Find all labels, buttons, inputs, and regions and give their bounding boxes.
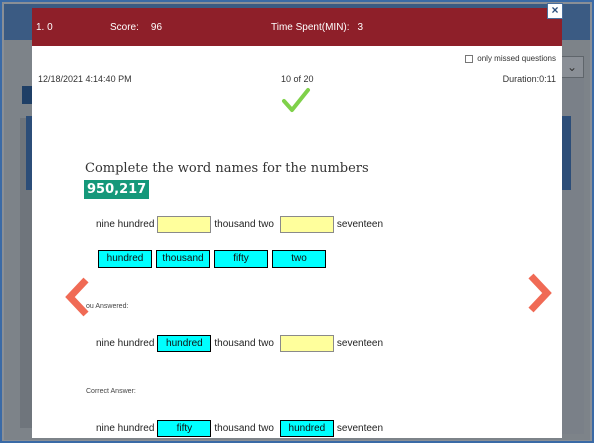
chevron-right-icon[interactable] <box>525 272 553 314</box>
correct-answer-label: Correct Answer: <box>86 388 136 395</box>
choice-two[interactable]: two <box>272 250 326 268</box>
attempt-date: 12/18/2021 4:14:40 PM <box>38 74 132 84</box>
score-display: Score: 96 <box>110 22 162 33</box>
score-value: 96 <box>150 22 163 33</box>
answer-blank-2[interactable] <box>279 216 334 233</box>
sentence-end: seventeen <box>336 219 384 230</box>
close-icon[interactable]: × <box>547 3 563 19</box>
sentence-start: nine hundred <box>96 219 155 230</box>
chevron-down-icon: ⌄ <box>560 56 584 78</box>
background-button <box>22 86 32 104</box>
correct-answer-blank-2: hundred <box>279 420 334 437</box>
correct-answer-sentence: nine hundred fifty thousand two hundred … <box>96 420 386 437</box>
your-answer-blank-2 <box>279 335 334 352</box>
choice-fifty[interactable]: fifty <box>214 250 268 268</box>
question-prompt: Complete the word names for the numbers <box>85 161 369 176</box>
sentence-middle: thousand two <box>214 219 274 230</box>
your-answer-blank-1: hundred <box>157 335 212 352</box>
question-duration: Duration:0:11 <box>502 74 556 84</box>
chevron-left-icon[interactable] <box>64 276 92 318</box>
your-answer-sentence: nine hundred hundred thousand two sevent… <box>96 335 386 352</box>
choice-thousand[interactable]: thousand <box>156 250 210 268</box>
modal-header: 1. 0 Score: 96 Time Spent(MIN): 3 <box>32 8 562 46</box>
correct-answer-blank-1: fifty <box>157 420 212 437</box>
question-sentence: nine hundred thousand two seventeen <box>96 216 386 233</box>
check-icon <box>282 88 310 112</box>
correct-answer-middle: thousand two <box>214 423 274 434</box>
question-progress: 10 of 20 <box>281 74 314 84</box>
only-missed-checkbox[interactable] <box>465 54 474 63</box>
your-answer-label: ou Answered: <box>86 303 129 310</box>
correct-answer-start: nine hundred <box>96 423 155 434</box>
review-modal: 1. 0 Score: 96 Time Spent(MIN): 3 only mis… <box>32 8 562 438</box>
time-spent-label: Time Spent(MIN): <box>271 22 350 33</box>
your-answer-end: seventeen <box>336 338 384 349</box>
only-missed-toggle[interactable]: only missed questions <box>465 54 556 63</box>
correct-answer-end: seventeen <box>336 423 384 434</box>
time-spent-display: Time Spent(MIN): 3 <box>271 22 363 33</box>
target-number: 950,217 <box>84 180 150 199</box>
your-answer-middle: thousand two <box>214 338 274 349</box>
answer-blank-1[interactable] <box>157 216 212 233</box>
level-label: 1. 0 <box>36 22 53 33</box>
score-label: Score: <box>110 22 139 33</box>
word-choices: hundred thousand fifty two <box>98 250 330 268</box>
time-spent-value: 3 <box>357 22 364 33</box>
only-missed-label: only missed questions <box>477 54 556 63</box>
your-answer-start: nine hundred <box>96 338 155 349</box>
choice-hundred[interactable]: hundred <box>98 250 152 268</box>
